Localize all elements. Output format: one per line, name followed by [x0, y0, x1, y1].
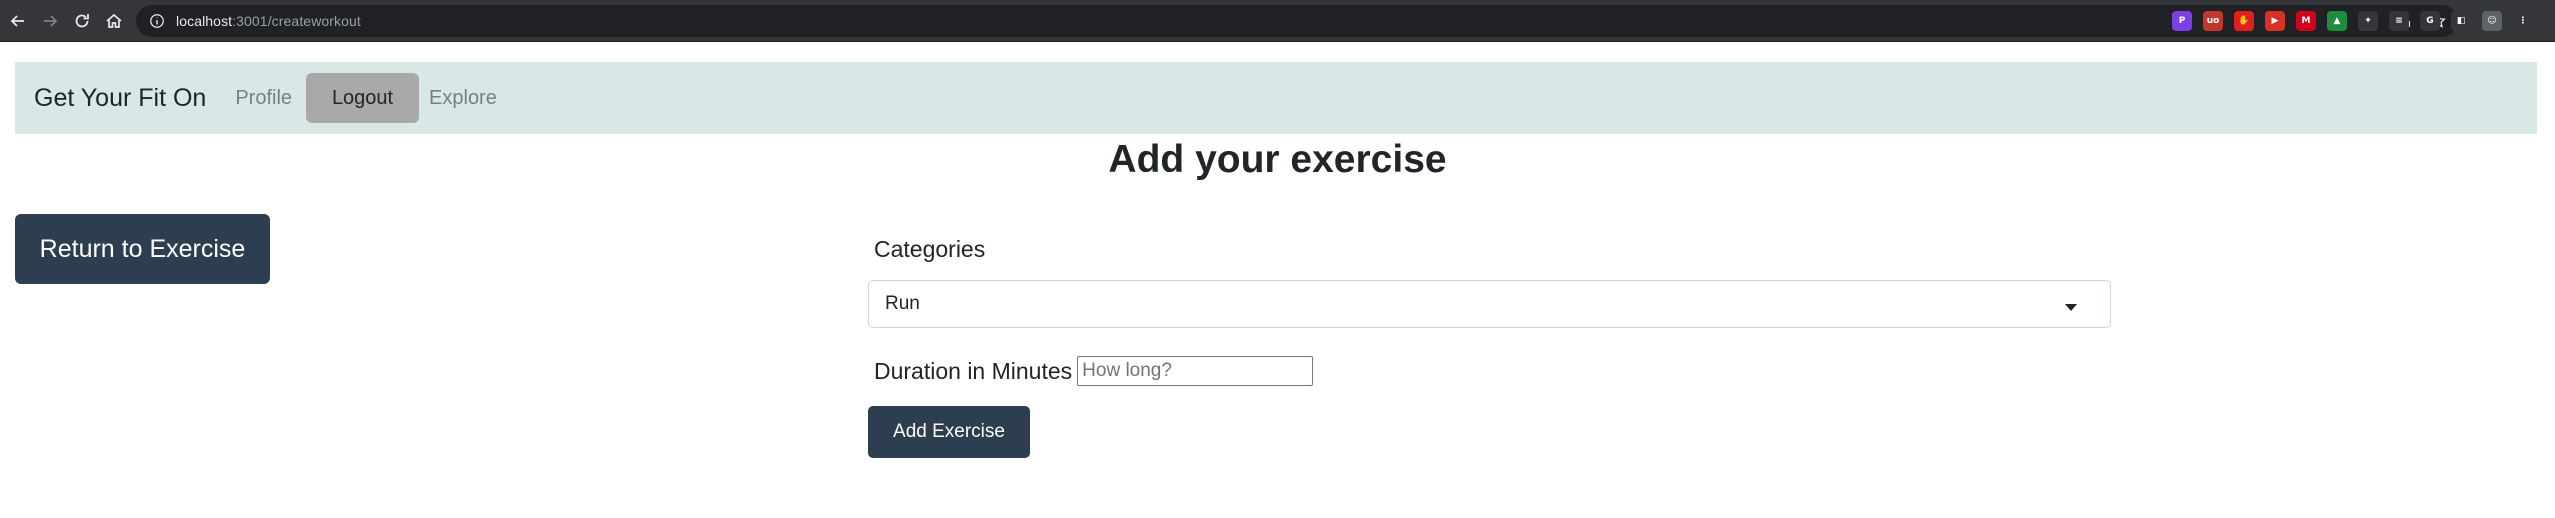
forward-icon[interactable]: [36, 7, 64, 35]
categories-label: Categories: [874, 236, 986, 262]
nav-link-profile[interactable]: Profile: [235, 87, 292, 110]
google-icon[interactable]: G: [2420, 11, 2440, 31]
category-select[interactable]: Run: [868, 280, 2111, 328]
duration-label: Duration in Minutes: [874, 357, 1073, 384]
drive-icon[interactable]: ▲: [2327, 11, 2347, 31]
reload-icon[interactable]: [68, 7, 96, 35]
return-to-exercise-button[interactable]: Return to Exercise: [15, 214, 270, 284]
add-exercise-button[interactable]: Add Exercise: [868, 406, 1030, 458]
duration-row: Duration in Minutes: [868, 356, 1314, 386]
home-icon[interactable]: [100, 7, 128, 35]
page-title: Add your exercise: [1108, 138, 1447, 181]
nav-link-explore[interactable]: Explore: [429, 87, 497, 110]
puzzle-icon[interactable]: ✦: [2358, 11, 2378, 31]
url-host: localhost: [176, 13, 233, 29]
kebab-menu-icon[interactable]: ⋮: [2513, 11, 2533, 31]
address-url[interactable]: localhost:3001/createworkout: [176, 13, 361, 29]
logout-button[interactable]: Logout: [306, 73, 420, 123]
back-icon[interactable]: [4, 7, 32, 35]
reading-list-icon[interactable]: ≡: [2389, 11, 2409, 31]
add-exercise-form: Categories Run Duration in Minutes Add E…: [868, 236, 2111, 458]
url-path: :3001/createworkout: [232, 13, 361, 29]
category-selected-value: Run: [885, 293, 920, 314]
profile-avatar-icon[interactable]: ☺: [2482, 11, 2502, 31]
site-info-icon[interactable]: [148, 12, 166, 30]
adblock-hand-icon[interactable]: ✋: [2234, 11, 2254, 31]
video-extension-icon[interactable]: ▶: [2265, 11, 2285, 31]
duration-input[interactable]: [1077, 356, 1314, 386]
address-bar[interactable]: localhost:3001/createworkout: [136, 5, 2458, 37]
ublock-icon[interactable]: uo: [2203, 11, 2223, 31]
extensions-bar: Puo ✋ ▶ M ▲ ✦ ≡ G ◧ ☺ ⋮: [2172, 8, 2533, 34]
m-extension-icon[interactable]: M: [2296, 11, 2316, 31]
site-navbar: Get Your Fit On Profile Logout Explore: [15, 62, 2537, 134]
chevron-down-icon: [2064, 299, 2078, 317]
p-extension-icon[interactable]: P: [2172, 11, 2192, 31]
navbar-brand[interactable]: Get Your Fit On: [34, 84, 206, 113]
side-panel-icon[interactable]: ◧: [2451, 11, 2471, 31]
